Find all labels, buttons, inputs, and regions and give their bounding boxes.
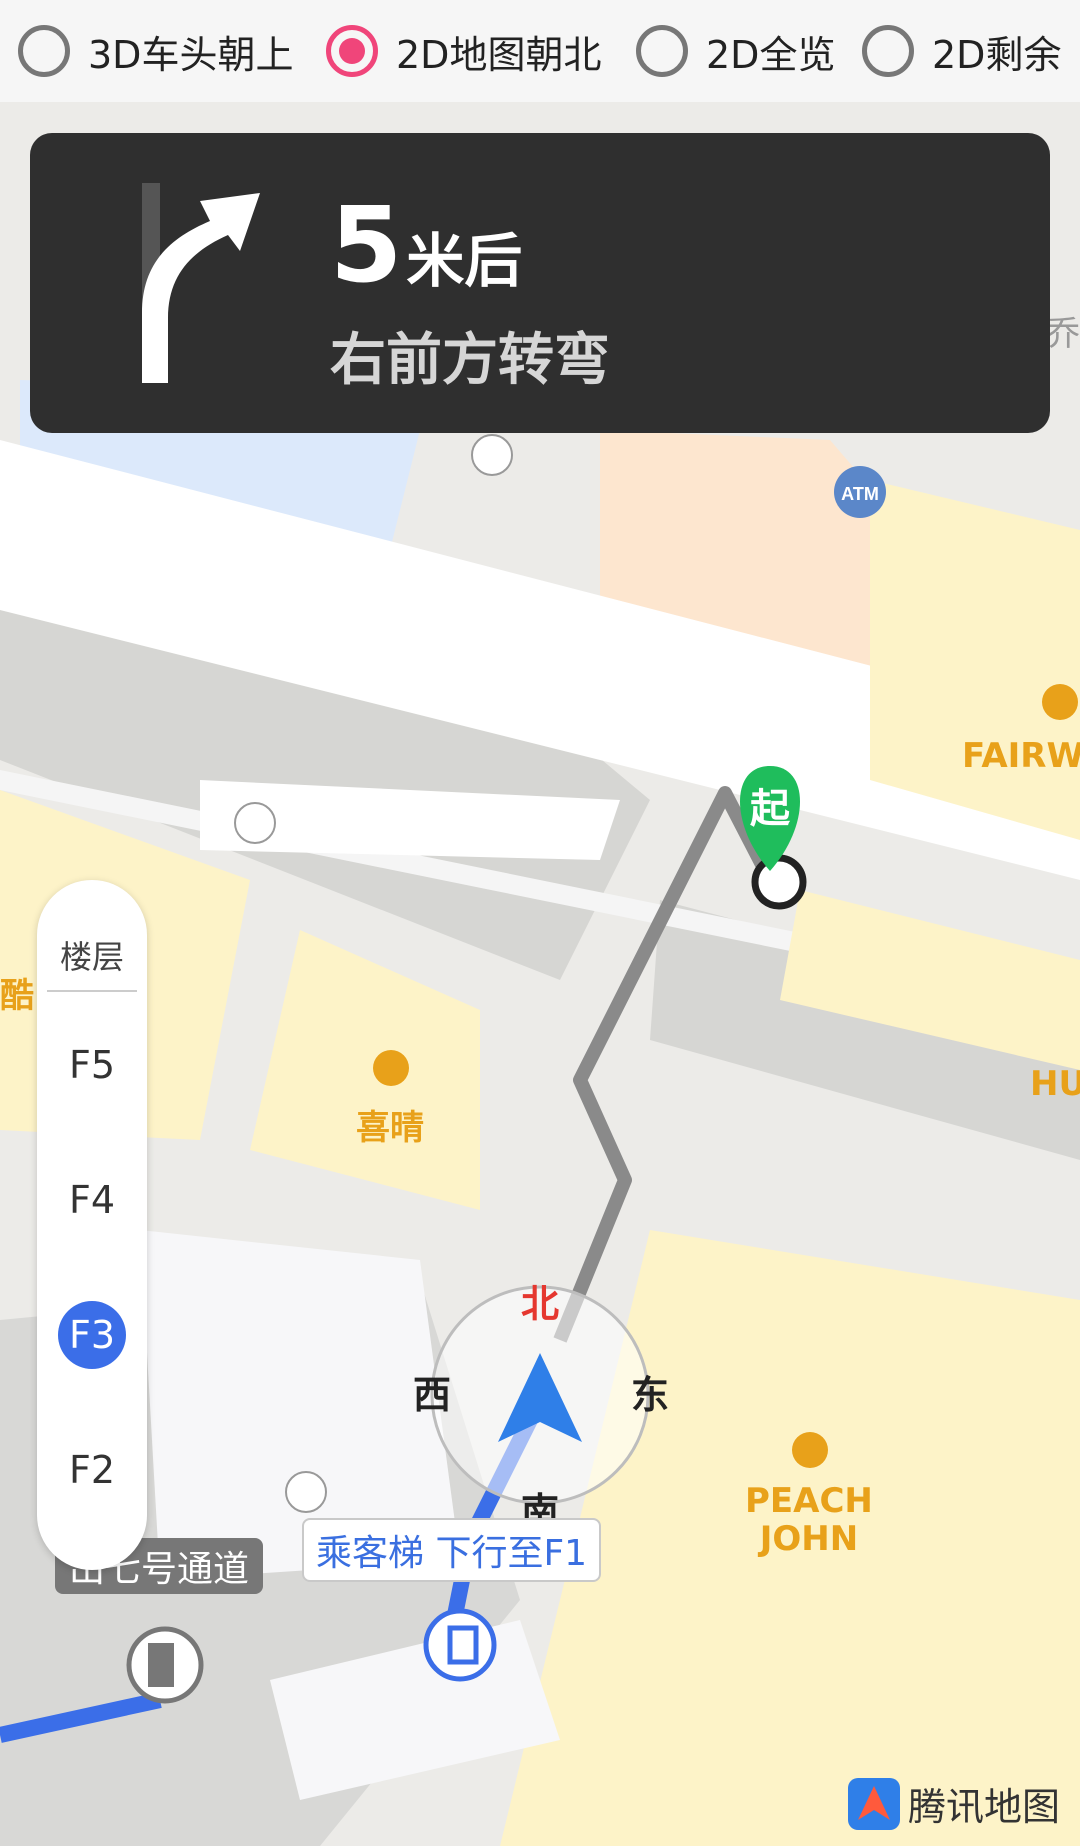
nav-distance: 5米后: [330, 193, 522, 298]
radio-label: 2D剩余: [932, 32, 1062, 77]
radio-label: 2D全览: [706, 32, 836, 77]
radio-circle-checked[interactable]: [326, 25, 378, 77]
start-marker-label: 起: [750, 786, 791, 832]
radio-circle[interactable]: [862, 25, 914, 77]
shop-label-peach-john[interactable]: PEACH JOHN: [745, 1482, 873, 1558]
nav-distance-unit: 米后: [406, 227, 523, 295]
radio-label: 2D地图朝北: [396, 32, 602, 77]
elevator-icon[interactable]: [423, 1608, 497, 1682]
exit-door-shape-icon: [148, 1643, 174, 1687]
escalator-icon: [234, 802, 276, 844]
nav-distance-value: 5: [330, 184, 403, 306]
floor-divider: [47, 990, 137, 992]
brand-logo: 腾讯地图: [848, 1776, 1060, 1831]
restroom-icon: [285, 1471, 327, 1513]
floor-selector-title: 楼层: [59, 938, 124, 976]
atm-label: ATM: [841, 484, 879, 504]
compass-west: 西: [413, 1373, 451, 1417]
shop-label-xiqing[interactable]: 喜晴: [356, 1100, 424, 1149]
escalator-icon: [471, 434, 513, 476]
label-edge-right: 乔: [1046, 314, 1080, 354]
floor-item-f4[interactable]: F4: [37, 1165, 147, 1235]
tencent-map-logo-icon: [848, 1777, 900, 1830]
shop-label-fairwi[interactable]: FAIRWI: [962, 736, 1080, 776]
brand-text: 腾讯地图: [908, 1785, 1061, 1829]
shop-label-edge-left: 酷: [0, 976, 34, 1016]
floor-label-active: F3: [58, 1301, 126, 1369]
nav-instruction-text: 右前方转弯: [330, 328, 610, 393]
turn-slight-right-arrow-icon: [142, 183, 260, 383]
floor-label: F2: [68, 1448, 116, 1492]
compass-north: 北: [521, 1282, 559, 1326]
elevator-callout[interactable]: 乘客梯 下行至F1: [302, 1518, 602, 1582]
radio-circle[interactable]: [18, 25, 70, 77]
floor-label: F4: [68, 1178, 116, 1222]
compass-east: 东: [631, 1373, 669, 1417]
floor-selector: 楼层 F5 F4 F3 F2: [37, 880, 147, 1570]
radio-2d-north-up[interactable]: 2D地图朝北: [326, 17, 601, 85]
shop-icon: [373, 1050, 409, 1086]
radio-circle[interactable]: [636, 25, 688, 77]
floor-item-f5[interactable]: F5: [37, 1030, 147, 1100]
shop-fairwi-area: [870, 480, 1080, 840]
floor-item-f3[interactable]: F3: [37, 1300, 147, 1370]
floor-item-f2[interactable]: F2: [37, 1435, 147, 1505]
radio-label: 3D车头朝上: [88, 32, 294, 77]
radio-dot: [339, 38, 365, 64]
radio-2d-remaining[interactable]: 2D剩余: [862, 17, 1061, 85]
shop-icon: [1042, 684, 1078, 720]
floor-label: F5: [68, 1043, 116, 1087]
view-mode-bar: 3D车头朝上 2D地图朝北 2D全览 2D剩余: [0, 0, 1080, 102]
radio-3d-heading-up[interactable]: 3D车头朝上: [18, 17, 293, 85]
start-location-ring-icon: [751, 854, 807, 910]
radio-2d-overview[interactable]: 2D全览: [636, 17, 835, 85]
shop-label-hu[interactable]: HU: [1030, 1064, 1080, 1104]
navigation-instruction-panel: 5米后 右前方转弯: [30, 133, 1050, 433]
shop-icon: [792, 1432, 828, 1468]
